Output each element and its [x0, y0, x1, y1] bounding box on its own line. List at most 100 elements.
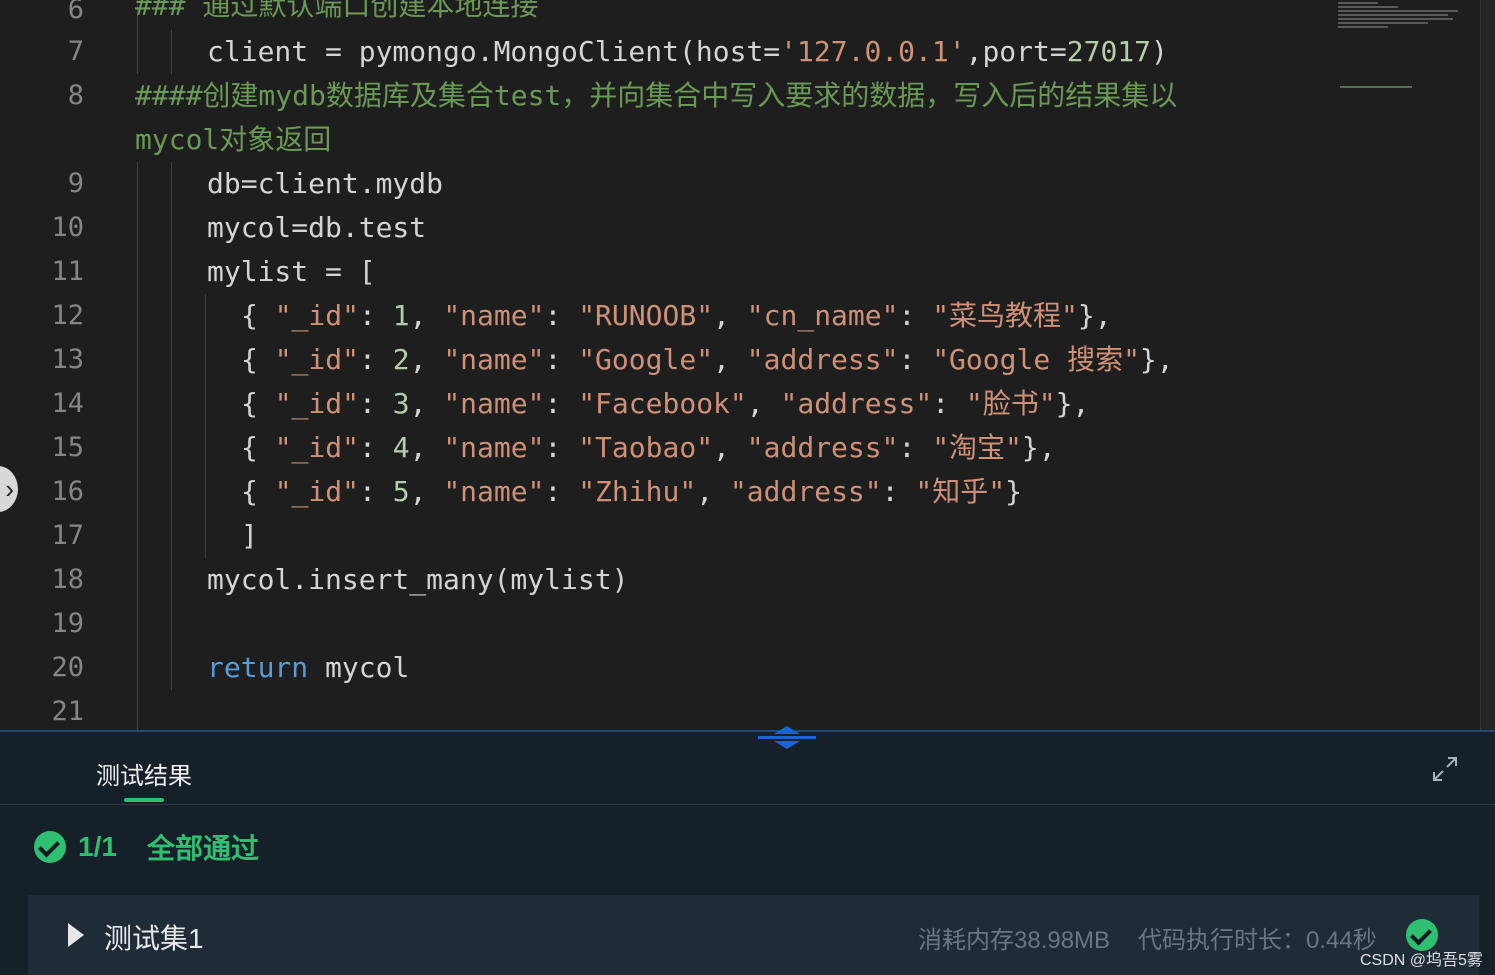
- code-token: {: [241, 387, 275, 420]
- result-summary: 1/1 全部通过: [34, 829, 259, 865]
- pass-status: 全部通过: [146, 833, 259, 864]
- code-line-12: { "_id": 1, "name": "RUNOOB", "cn_name":…: [241, 294, 1112, 338]
- line-number: 15: [51, 432, 84, 463]
- line-number: 12: [51, 300, 84, 331]
- code-token: },: [1077, 299, 1112, 332]
- code-token: "name": [443, 387, 545, 420]
- code-token: :: [359, 431, 393, 464]
- code-token: "Google 搜索": [932, 343, 1140, 376]
- code-line-11: mylist = [: [207, 255, 376, 288]
- code-token: "name": [443, 343, 545, 376]
- code-line-8-wrap: mycol对象返回: [135, 123, 332, 156]
- test-suite-row[interactable]: 测试集1 消耗内存38.98MB 代码执行时长：0.44秒: [28, 895, 1479, 975]
- test-results-panel: 测试结果 1/1 全部通过 测试集1 消耗内存38.98MB 代码执行时长：0.…: [0, 726, 1495, 975]
- line-number: 18: [51, 564, 84, 595]
- line-number: 19: [51, 608, 84, 639]
- code-token: },: [1055, 387, 1090, 420]
- code-line-8: ####创建mydb数据库及集合test，并向集合中写入要求的数据，写入后的结果…: [135, 79, 1178, 112]
- code-token: :: [359, 299, 393, 332]
- line-number: 20: [51, 652, 84, 683]
- code-token: :: [544, 387, 579, 420]
- suite-name: 测试集1: [104, 923, 204, 954]
- code-line-7: client = pymongo.MongoClient(host='127.0…: [207, 30, 1168, 74]
- minimap[interactable]: [1338, 0, 1478, 60]
- code-token: "_id": [274, 475, 360, 508]
- line-number-gutter: 6 7 8 9 10 11 12 13 14 15 16 17 18 19 20…: [0, 0, 100, 730]
- code-token: "_id": [274, 431, 360, 464]
- code-token: client = pymongo.MongoClient(host=: [207, 35, 781, 68]
- code-token: :: [359, 475, 393, 508]
- minimap-marker: [1340, 86, 1412, 88]
- code-token: ,: [409, 343, 444, 376]
- code-editor[interactable]: 6 7 8 9 10 11 12 13 14 15 16 17 18 19 20…: [0, 0, 1495, 730]
- code-token: :: [544, 343, 579, 376]
- code-token: ,: [409, 475, 444, 508]
- code-token: "RUNOOB": [578, 299, 714, 332]
- execution-time: 代码执行时长：0.44秒: [1138, 927, 1377, 954]
- code-token: ,: [713, 343, 747, 376]
- code-token: ,port=: [965, 35, 1067, 68]
- code-token: ,: [409, 299, 444, 332]
- line-number: 6: [67, 0, 84, 25]
- line-number: 9: [67, 168, 84, 199]
- code-line-13: { "_id": 2, "name": "Google", "address":…: [241, 338, 1174, 382]
- code-token: "Zhihu": [578, 475, 697, 508]
- code-line-16: { "_id": 5, "name": "Zhihu", "address": …: [241, 470, 1022, 514]
- code-token: ,: [696, 475, 730, 508]
- line-number: 8: [67, 80, 84, 111]
- code-token: "脸书": [965, 387, 1056, 420]
- code-token: "菜鸟教程": [932, 299, 1078, 332]
- line-number: 14: [51, 388, 84, 419]
- pass-score: 1/1: [78, 831, 117, 862]
- code-token: ,: [713, 431, 747, 464]
- code-token: :: [932, 387, 966, 420]
- keyword-token: return: [207, 651, 309, 684]
- line-number: 10: [51, 212, 84, 243]
- code-line-9: db=client.mydb: [207, 167, 444, 200]
- code-token: :: [898, 299, 933, 332]
- code-token: ,: [409, 431, 444, 464]
- code-token: 27017: [1066, 35, 1152, 68]
- code-token: ,: [409, 387, 444, 420]
- code-token: 4: [392, 431, 410, 464]
- code-token: "Google": [578, 343, 714, 376]
- code-token: mycol: [308, 651, 410, 684]
- tab-test-results[interactable]: 测试结果: [96, 756, 192, 791]
- indent-guide: [137, 162, 138, 730]
- code-token: 1: [392, 299, 410, 332]
- code-token: "cn_name": [746, 299, 899, 332]
- code-token: '127.0.0.1': [780, 35, 966, 68]
- vertical-scrollbar[interactable]: [1480, 0, 1495, 730]
- code-token: "Taobao": [578, 431, 714, 464]
- code-token: {: [241, 299, 275, 332]
- line-number: 7: [67, 36, 84, 67]
- code-token: "address": [729, 475, 882, 508]
- code-token: "name": [443, 299, 545, 332]
- code-token: ,: [746, 387, 781, 420]
- code-token: "淘宝": [932, 431, 1022, 464]
- code-token: "address": [746, 431, 899, 464]
- code-line-18: mycol.insert_many(mylist): [207, 563, 629, 596]
- code-token: "name": [443, 431, 545, 464]
- code-token: 2: [392, 343, 410, 376]
- expand-triangle-icon[interactable]: [68, 923, 84, 947]
- watermark: CSDN @坞吾5雾: [1360, 952, 1483, 969]
- code-token: ,: [713, 299, 747, 332]
- indent-guide: [171, 30, 172, 74]
- panel-tab-bar: 测试结果: [0, 732, 1495, 805]
- code-line-20: return mycol: [207, 646, 409, 690]
- indent-guide: [171, 162, 172, 690]
- code-token: },: [1021, 431, 1056, 464]
- code-token: {: [241, 475, 275, 508]
- code-token: "Facebook": [578, 387, 747, 420]
- code-area[interactable]: ### 通过默认端口创建本地连接 client = pymongo.MongoC…: [135, 0, 1335, 730]
- code-line-17: ]: [241, 519, 258, 552]
- code-token: :: [544, 299, 579, 332]
- code-token: :: [898, 343, 933, 376]
- code-token: :: [359, 387, 393, 420]
- expand-icon[interactable]: [1430, 754, 1460, 784]
- memory-usage: 消耗内存38.98MB: [918, 927, 1111, 954]
- code-line-10: mycol=db.test: [207, 211, 427, 244]
- active-tab-indicator: [124, 798, 164, 802]
- code-token: "address": [780, 387, 933, 420]
